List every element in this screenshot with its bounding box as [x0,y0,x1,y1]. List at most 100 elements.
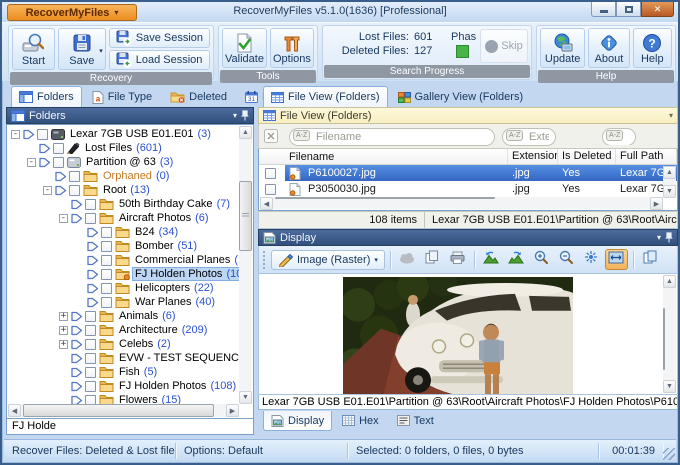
tree-checkbox[interactable] [53,142,64,154]
tree-item-evw-test-sequence[interactable]: EVW - TEST SEQUENCE(60 [8,351,239,365]
tree-item-commercial-planes[interactable]: Commercial Planes(1) [8,253,239,267]
tree-checkbox[interactable] [101,268,112,280]
close-button[interactable]: ✕ [641,2,674,17]
row-checkbox[interactable] [265,183,276,195]
tree-item-celebs[interactable]: + Celebs (2) [8,337,239,351]
list-vertical-scrollbar[interactable]: ▲ ▼ [663,166,676,198]
tree-item-bomber[interactable]: Bomber (51) [8,239,239,253]
panel-collapse-icon[interactable]: ▾ [669,111,673,120]
tree-checkbox[interactable] [85,198,96,210]
actual-size-button[interactable] [580,249,603,270]
tab-deleted[interactable]: Deleted [162,86,235,107]
column-header-full-path[interactable]: Full Path [616,149,677,164]
tab-gallery-view-folders[interactable]: Gallery View (Folders) [390,86,532,107]
row-checkbox[interactable] [265,167,276,179]
scroll-down-icon[interactable]: ▼ [663,185,676,198]
tree-checkbox[interactable] [85,338,96,350]
tree-item-lexar-7gb-usb-e01-e01[interactable]: - Lexar 7GB USB E01.E01 (3) [8,127,239,141]
tree-item-flowers[interactable]: Flowers (15) [8,393,239,404]
options-button[interactable]: Options [269,28,314,68]
tree-item-fish[interactable]: Fish (5) [8,365,239,379]
tree-checkbox[interactable] [37,128,48,140]
scrollbar-thumb[interactable] [275,197,495,199]
tree-expander-icon[interactable]: + [59,325,68,335]
panel-collapse-icon[interactable]: ▾ [233,111,237,120]
tree-checkbox[interactable] [101,282,112,294]
save-button[interactable]: Save ▾ [57,28,106,70]
tree-checkbox[interactable] [101,296,112,308]
update-button[interactable]: Update [540,28,586,68]
file-row-p6100027-jpg[interactable]: P6100027.jpg .jpg Yes Lexar 7GB [259,165,677,181]
tree-checkbox[interactable] [85,380,96,392]
start-button[interactable]: Start [12,28,55,70]
about-button[interactable]: About [588,28,630,68]
tab-display[interactable]: Display [263,411,333,431]
column-header-filename[interactable]: Filename [285,149,508,164]
tree-checkbox[interactable] [69,170,80,182]
tab-file-type[interactable]: a File Type [84,86,160,107]
tree-item-orphaned[interactable]: Orphaned (0) [8,169,239,183]
tree-item-partition-63[interactable]: - Partition @ 63 (3) [8,155,239,169]
tree-expander-icon[interactable]: + [59,339,68,349]
tree-checkbox[interactable] [85,212,96,224]
scrollbar-thumb[interactable] [663,308,665,370]
tree-checkbox[interactable] [85,366,96,378]
list-horizontal-scrollbar[interactable]: ◀ ▶ [260,197,663,210]
tree-expander-icon[interactable]: - [27,157,36,167]
scroll-right-icon[interactable]: ▶ [650,197,663,210]
scroll-up-icon[interactable]: ▲ [239,126,252,139]
validate-button[interactable]: Validate [222,28,267,68]
fit-to-window-button[interactable] [604,249,628,270]
tree-checkbox[interactable] [101,254,112,266]
image-mode-button[interactable]: Image (Raster) ▾ [271,249,385,270]
duplicate-button[interactable] [639,249,662,270]
scroll-up-icon[interactable]: ▲ [663,166,676,179]
zoom-in-button[interactable] [530,249,553,270]
tree-checkbox[interactable] [85,310,96,322]
help-button[interactable]: ? Help [632,28,672,68]
tab-folders[interactable]: Folders [11,86,82,107]
tree-item-architecture[interactable]: + Architecture (209) [8,323,239,337]
tree-item-animals[interactable]: + Animals (6) [8,309,239,323]
tree-item-lost-files[interactable]: Lost Files (601) [8,141,239,155]
skip-button[interactable]: Skip [480,29,528,63]
resize-grip[interactable] [663,448,675,460]
scroll-down-icon[interactable]: ▼ [663,380,676,393]
scroll-left-icon[interactable]: ◀ [260,197,273,210]
pin-icon[interactable] [665,232,673,243]
save-dropdown-icon[interactable]: ▾ [99,47,103,55]
image-vertical-scrollbar[interactable]: ▲ ▼ [663,275,676,393]
copy-button[interactable] [421,249,444,270]
tree-checkbox[interactable] [85,394,96,404]
tree-expander-icon[interactable]: - [11,129,20,139]
scrollbar-thumb[interactable] [239,181,252,251]
save-image-button[interactable] [396,249,419,270]
scroll-left-icon[interactable]: ◀ [8,404,21,417]
tree-item-50th-birthday-cake[interactable]: 50th Birthday Cake (7) [8,197,239,211]
tree-checkbox[interactable] [85,324,96,336]
tree-expander-icon[interactable]: - [43,185,52,195]
print-button[interactable] [446,249,469,270]
column-header-is-deleted[interactable]: Is Deleted [558,149,616,164]
tree-vertical-scrollbar[interactable]: ▲ ▼ [239,126,252,404]
scroll-up-icon[interactable]: ▲ [663,275,676,288]
tree-item-root[interactable]: - Root (13) [8,183,239,197]
panel-collapse-icon[interactable]: ▾ [657,233,661,242]
load-session-button[interactable]: Load Session [108,50,210,70]
tree-checkbox[interactable] [101,226,112,238]
zoom-out-button[interactable] [555,249,578,270]
tree-expander-icon[interactable]: - [59,213,68,223]
tree-checkbox[interactable] [85,352,96,364]
scroll-down-icon[interactable]: ▼ [239,391,252,404]
tree-checkbox[interactable] [53,156,64,168]
tree-horizontal-scrollbar[interactable]: ◀ ▶ [8,404,239,417]
rotate-right-button[interactable] [505,249,528,270]
tree-item-war-planes[interactable]: War Planes (40) [8,295,239,309]
tab-hex[interactable]: Hex [334,411,387,431]
pin-icon[interactable] [241,110,249,121]
tree-checkbox[interactable] [101,240,112,252]
tree-item-b24[interactable]: B24 (34) [8,225,239,239]
rotate-left-button[interactable] [480,249,503,270]
tab-text[interactable]: Text [389,411,442,431]
column-header-extension[interactable]: Extension [508,149,558,164]
